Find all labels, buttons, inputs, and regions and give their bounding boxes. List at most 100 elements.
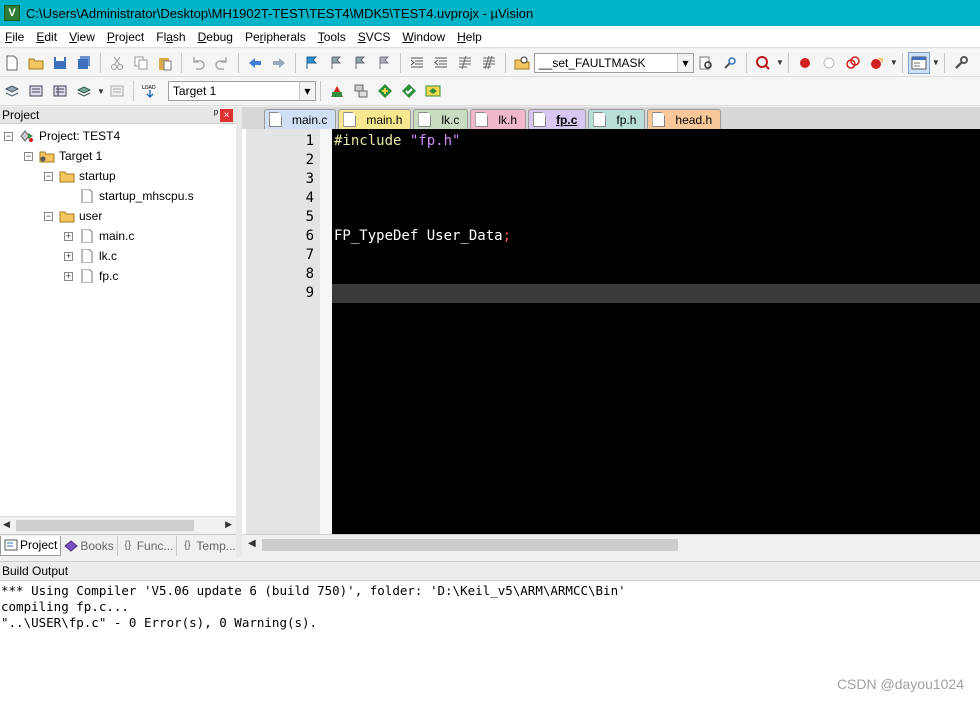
undo-icon[interactable] (187, 52, 209, 74)
tab-lk-c[interactable]: lk.c (413, 109, 469, 129)
chevron-down-icon[interactable]: ▾ (677, 53, 693, 72)
comment-icon[interactable] (454, 52, 476, 74)
tab-functions[interactable]: {} Func... (118, 535, 178, 556)
window-layout-icon[interactable] (907, 51, 930, 74)
select-packs-icon[interactable] (398, 80, 420, 102)
download-icon[interactable]: LOAD (139, 80, 161, 102)
target-select[interactable]: Target 1 ▾ (167, 81, 316, 101)
translate-icon[interactable] (1, 80, 23, 102)
stop-build-icon[interactable] (106, 80, 128, 102)
indent-icon[interactable] (406, 52, 428, 74)
tree-node-file-main[interactable]: + main.c (64, 226, 134, 246)
clear-bookmarks-icon[interactable] (373, 52, 395, 74)
menu-peripherals[interactable]: Peripherals (240, 26, 311, 48)
scroll-right-icon[interactable]: ▶ (225, 519, 232, 530)
prev-bookmark-icon[interactable] (325, 52, 347, 74)
tree-node-group-user[interactable]: − user (44, 206, 102, 226)
menu-project[interactable]: Project (102, 26, 149, 48)
project-horizontal-scrollbar[interactable]: ◀ ▶ (0, 516, 236, 533)
insert-breakpoint-icon[interactable] (794, 52, 816, 74)
debug-session-icon[interactable] (752, 52, 774, 74)
tab-books[interactable]: Books (61, 535, 118, 556)
configure-icon[interactable] (950, 52, 972, 74)
menu-flash[interactable]: Flash (151, 26, 190, 48)
scroll-left-icon[interactable]: ◀ (248, 538, 256, 549)
find-in-files-icon[interactable] (511, 52, 533, 74)
save-all-icon[interactable] (73, 52, 95, 74)
unindent-icon[interactable] (430, 52, 452, 74)
menu-edit[interactable]: Edit (31, 26, 62, 48)
collapse-icon[interactable]: − (24, 151, 33, 161)
tab-templates[interactable]: {} Temp... (177, 535, 240, 556)
chevron-down-icon[interactable]: ▼ (932, 58, 940, 67)
code-line-6[interactable]: FP_TypeDef User_Data; (334, 228, 511, 244)
save-icon[interactable] (49, 52, 71, 74)
tree-node-file-lk[interactable]: + lk.c (64, 246, 117, 266)
expand-icon[interactable]: + (64, 271, 73, 281)
target-options-icon[interactable] (326, 80, 348, 102)
find-icon[interactable] (695, 52, 717, 74)
open-file-icon[interactable] (25, 52, 47, 74)
tab-main-h[interactable]: main.h (338, 109, 412, 129)
tab-project[interactable]: Project (0, 535, 62, 556)
enable-breakpoint-icon[interactable] (818, 52, 840, 74)
redo-icon[interactable] (211, 52, 233, 74)
navigate-back-icon[interactable] (244, 52, 266, 74)
tab-fp-h[interactable]: fp.h (588, 109, 646, 129)
tree-node-file-startup[interactable]: startup_mhscpu.s (79, 186, 194, 206)
tab-lk-h[interactable]: lk.h (470, 109, 527, 129)
tree-node-group-startup[interactable]: − startup (44, 166, 116, 186)
menu-view[interactable]: View (64, 26, 100, 48)
chevron-down-icon[interactable]: ▼ (776, 58, 784, 67)
scrollbar-thumb[interactable] (16, 520, 194, 531)
scroll-left-icon[interactable]: ◀ (3, 519, 10, 530)
navigate-forward-icon[interactable] (268, 52, 290, 74)
tab-fp-c[interactable]: fp.c (528, 109, 587, 129)
tab-main-c[interactable]: main.c (264, 109, 337, 129)
expand-icon[interactable]: + (64, 231, 73, 241)
copy-icon[interactable] (130, 52, 152, 74)
build-output-panel[interactable]: *** Using Compiler 'V5.06 update 6 (buil… (0, 581, 980, 702)
menu-debug[interactable]: Debug (193, 26, 238, 48)
manage-packs-icon[interactable] (374, 80, 396, 102)
menu-help[interactable]: Help (452, 26, 487, 48)
line-number: 9 (305, 285, 314, 301)
insert-bookmark-icon[interactable] (301, 52, 323, 74)
file-extensions-icon[interactable] (350, 80, 372, 102)
tree-node-target[interactable]: − Target 1 (24, 146, 102, 166)
chevron-down-icon[interactable]: ▾ (298, 82, 315, 100)
incremental-find-icon[interactable] (719, 52, 741, 74)
chevron-down-icon[interactable]: ▼ (97, 87, 105, 96)
cut-icon[interactable] (106, 52, 128, 74)
menu-window[interactable]: Window (397, 26, 450, 48)
code-editor[interactable] (332, 129, 980, 534)
paste-icon[interactable] (154, 52, 176, 74)
disable-breakpoints-icon[interactable] (842, 52, 864, 74)
chevron-down-icon[interactable]: ▼ (890, 58, 898, 67)
collapse-icon[interactable]: − (44, 171, 53, 181)
tree-label: main.c (99, 229, 135, 243)
close-icon[interactable]: × (220, 109, 233, 122)
menu-tools[interactable]: Tools (313, 26, 351, 48)
next-bookmark-icon[interactable] (349, 52, 371, 74)
batch-build-icon[interactable] (73, 80, 95, 102)
rebuild-icon[interactable] (49, 80, 71, 102)
code-line-1[interactable]: #include "fp.h" (334, 133, 460, 149)
uncomment-icon[interactable] (478, 52, 500, 74)
collapse-icon[interactable]: − (44, 211, 53, 221)
tree-node-file-fp[interactable]: + fp.c (64, 266, 118, 286)
kill-breakpoints-icon[interactable] (866, 52, 888, 74)
find-combo[interactable]: __set_FAULTMASK ▾ (534, 52, 694, 73)
pin-icon[interactable]: ᵖ (214, 108, 218, 120)
collapse-icon[interactable]: − (4, 131, 13, 141)
scrollbar-thumb[interactable] (262, 539, 678, 551)
manage-rte-icon[interactable] (422, 80, 444, 102)
menu-file[interactable]: File (0, 26, 29, 48)
new-file-icon[interactable] (1, 52, 23, 74)
menu-svcs[interactable]: SVCS (353, 26, 396, 48)
tree-node-project[interactable]: − Project: TEST4 (4, 126, 120, 146)
expand-icon[interactable]: + (64, 251, 73, 261)
editor-horizontal-scrollbar[interactable]: ◀ (242, 534, 980, 554)
build-icon[interactable] (25, 80, 47, 102)
tab-head-h[interactable]: head.h (647, 109, 722, 129)
